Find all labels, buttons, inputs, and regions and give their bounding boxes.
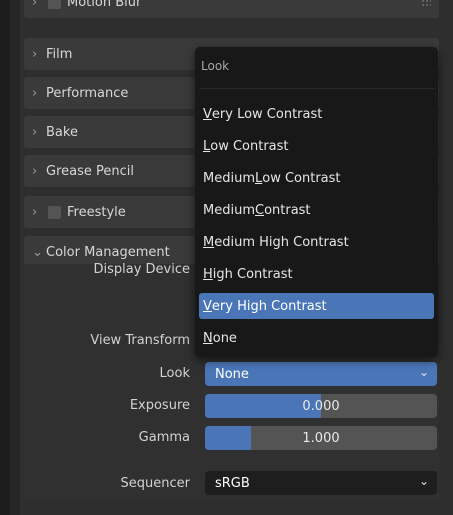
menu-item-mnemonic: V	[203, 106, 212, 122]
exposure-value: 0.000	[302, 398, 340, 414]
menu-item-mnemonic: H	[203, 266, 213, 282]
menu-item[interactable]: Medium High Contrast	[199, 229, 434, 255]
menu-item[interactable]: High Contrast	[199, 261, 434, 287]
menu-item-text: one	[212, 330, 237, 346]
chevron-right-icon: ›	[32, 163, 38, 179]
chevron-right-icon: ›	[32, 85, 38, 101]
display-device-label: Display Device	[93, 262, 190, 277]
sequencer-label: Sequencer	[120, 476, 190, 491]
menu-item-text: ery Low Contrast	[211, 106, 323, 122]
view-transform-label: View Transform	[90, 333, 190, 348]
menu-item-mnemonic: N	[203, 330, 213, 346]
menu-item-mnemonic: L	[254, 170, 263, 186]
chevron-down-icon: ⌄	[418, 474, 429, 488]
freestyle-checkbox[interactable]	[48, 205, 61, 219]
gamma-label: Gamma	[138, 430, 190, 445]
look-label: Look	[159, 366, 190, 381]
menu-item[interactable]: None	[199, 325, 434, 351]
gamma-slider[interactable]: 1.000	[205, 426, 437, 450]
section-label: Color Management	[46, 244, 170, 260]
section-label: Performance	[46, 85, 129, 101]
menu-item-text: ontrast	[264, 202, 311, 218]
menu-item-mnemonic: C	[254, 202, 265, 218]
look-menu: Look Very Low Contrast Low Contrast Medium…	[195, 47, 438, 357]
chevron-right-icon: ›	[32, 46, 38, 62]
menu-item-mnemonic: M	[203, 234, 215, 250]
chevron-down-icon: ⌄	[418, 365, 429, 379]
menu-item-text: igh Contrast	[212, 266, 293, 282]
chevron-right-icon: ›	[32, 204, 38, 220]
menu-item-text: Medium	[203, 202, 255, 218]
menu-item[interactable]: Very Low Contrast	[199, 101, 434, 127]
menu-item[interactable]: Medium Contrast	[199, 197, 434, 223]
menu-item-mnemonic: V	[203, 298, 212, 314]
menu-item-text: ow Contrast	[262, 170, 341, 186]
section-label: Bake	[46, 124, 78, 140]
menu-item-text: Medium	[203, 170, 255, 186]
section-label: Film	[46, 46, 73, 62]
motion-blur-checkbox[interactable]	[48, 0, 61, 9]
look-dropdown[interactable]: None ⌄	[205, 362, 437, 386]
region-edge	[0, 0, 10, 515]
menu-separator	[199, 88, 434, 89]
menu-item-text: ery High Contrast	[211, 298, 327, 314]
menu-item[interactable]: Low Contrast	[199, 133, 434, 159]
section-label: Grease Pencil	[46, 163, 134, 179]
menu-item-mnemonic: L	[203, 138, 211, 154]
section-label: Motion Blur	[67, 0, 142, 10]
gamma-value: 1.000	[302, 430, 340, 446]
exposure-label: Exposure	[129, 398, 190, 413]
drag-handle-icon[interactable]	[421, 0, 431, 7]
sequencer-value: sRGB	[215, 475, 250, 491]
menu-item[interactable]: Medium Low Contrast	[199, 165, 434, 191]
section-motion-blur[interactable]: › Motion Blur	[24, 0, 439, 18]
menu-item-text: ow Contrast	[210, 138, 289, 154]
menu-item-text: edium High Contrast	[214, 234, 349, 250]
look-value: None	[215, 366, 249, 382]
chevron-right-icon: ›	[32, 0, 38, 10]
chevron-right-icon: ›	[32, 124, 38, 140]
menu-item[interactable]: Very High Contrast	[199, 293, 434, 319]
menu-title: Look	[201, 59, 230, 73]
chevron-down-icon: ⌄	[32, 244, 43, 260]
sequencer-dropdown[interactable]: sRGB ⌄	[205, 471, 437, 495]
section-label: Freestyle	[67, 204, 126, 220]
exposure-slider[interactable]: 0.000	[205, 394, 437, 418]
